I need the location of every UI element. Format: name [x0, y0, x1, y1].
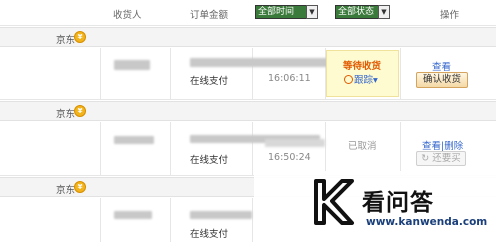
payment-method: 在线支付 — [190, 155, 229, 166]
order-time: 16:50:24 — [268, 152, 311, 163]
action-column-header: 操作 — [440, 10, 460, 21]
order-table-header: 收货人 订单金额 全部时间 ▼ 全部状态 ▼ 操作 — [0, 0, 496, 26]
receiver-name-redacted — [114, 60, 150, 70]
date-redacted — [265, 139, 325, 147]
chevron-down-icon: ▼ — [378, 5, 390, 19]
rebuy-button[interactable]: ↻ 还要买 — [416, 151, 466, 166]
k-logo-icon — [314, 179, 354, 225]
jd-coin-icon: ¥ — [74, 105, 86, 117]
time-filter-select[interactable]: 全部时间 ▼ — [255, 5, 318, 19]
receiver-name-redacted — [114, 136, 154, 144]
trace-icon — [344, 75, 353, 84]
chevron-down-icon: ▼ — [306, 5, 318, 19]
status-cancelled: 已取消 — [348, 141, 377, 152]
jd-coin-icon: ¥ — [74, 31, 86, 43]
receiver-column-header: 收货人 — [113, 10, 142, 21]
view-delete-link[interactable]: 查看|删除 — [422, 138, 463, 152]
watermark-title: 看问答 — [362, 190, 434, 216]
order-time: 16:06:11 — [268, 73, 311, 84]
jd-coin-icon: ¥ — [74, 181, 86, 193]
payment-method: 在线支付 — [190, 229, 229, 240]
order-row: 在线支付 16:06:11 等待收货 跟踪▾ 查看 确认收货 — [0, 48, 496, 100]
view-link[interactable]: 查看 — [432, 59, 451, 73]
time-filter-value: 全部时间 — [258, 7, 295, 17]
amount-redacted — [190, 58, 336, 67]
watermark: 看问答 www.kanwenda.com — [254, 171, 496, 242]
shop-row: 京东 ¥ — [0, 27, 496, 47]
confirm-receipt-button[interactable]: 确认收货 — [416, 72, 468, 88]
chevron-down-icon: ▾ — [373, 75, 378, 86]
amount-column-header: 订单金额 — [190, 10, 229, 21]
trace-label: 跟踪 — [354, 75, 374, 86]
shop-name: 京东 — [56, 185, 76, 196]
status-waiting: 等待收货 — [343, 61, 382, 72]
status-filter-select[interactable]: 全部状态 ▼ — [335, 5, 390, 19]
rebuy-label: 还要买 — [432, 153, 461, 164]
trace-link[interactable]: 跟踪▾ — [344, 72, 378, 86]
amount-redacted — [190, 211, 252, 219]
receiver-name-redacted — [114, 211, 152, 219]
watermark-url: www.kanwenda.com — [366, 216, 488, 228]
status-filter-value: 全部状态 — [338, 7, 375, 17]
order-row: 在线支付 16:50:24 已取消 查看|删除 ↻ 还要买 — [0, 122, 496, 176]
payment-method: 在线支付 — [190, 76, 229, 87]
refresh-icon: ↻ — [421, 153, 430, 164]
shop-name: 京东 — [56, 35, 76, 46]
shop-row: 京东 ¥ — [0, 101, 496, 121]
shop-name: 京东 — [56, 109, 76, 120]
